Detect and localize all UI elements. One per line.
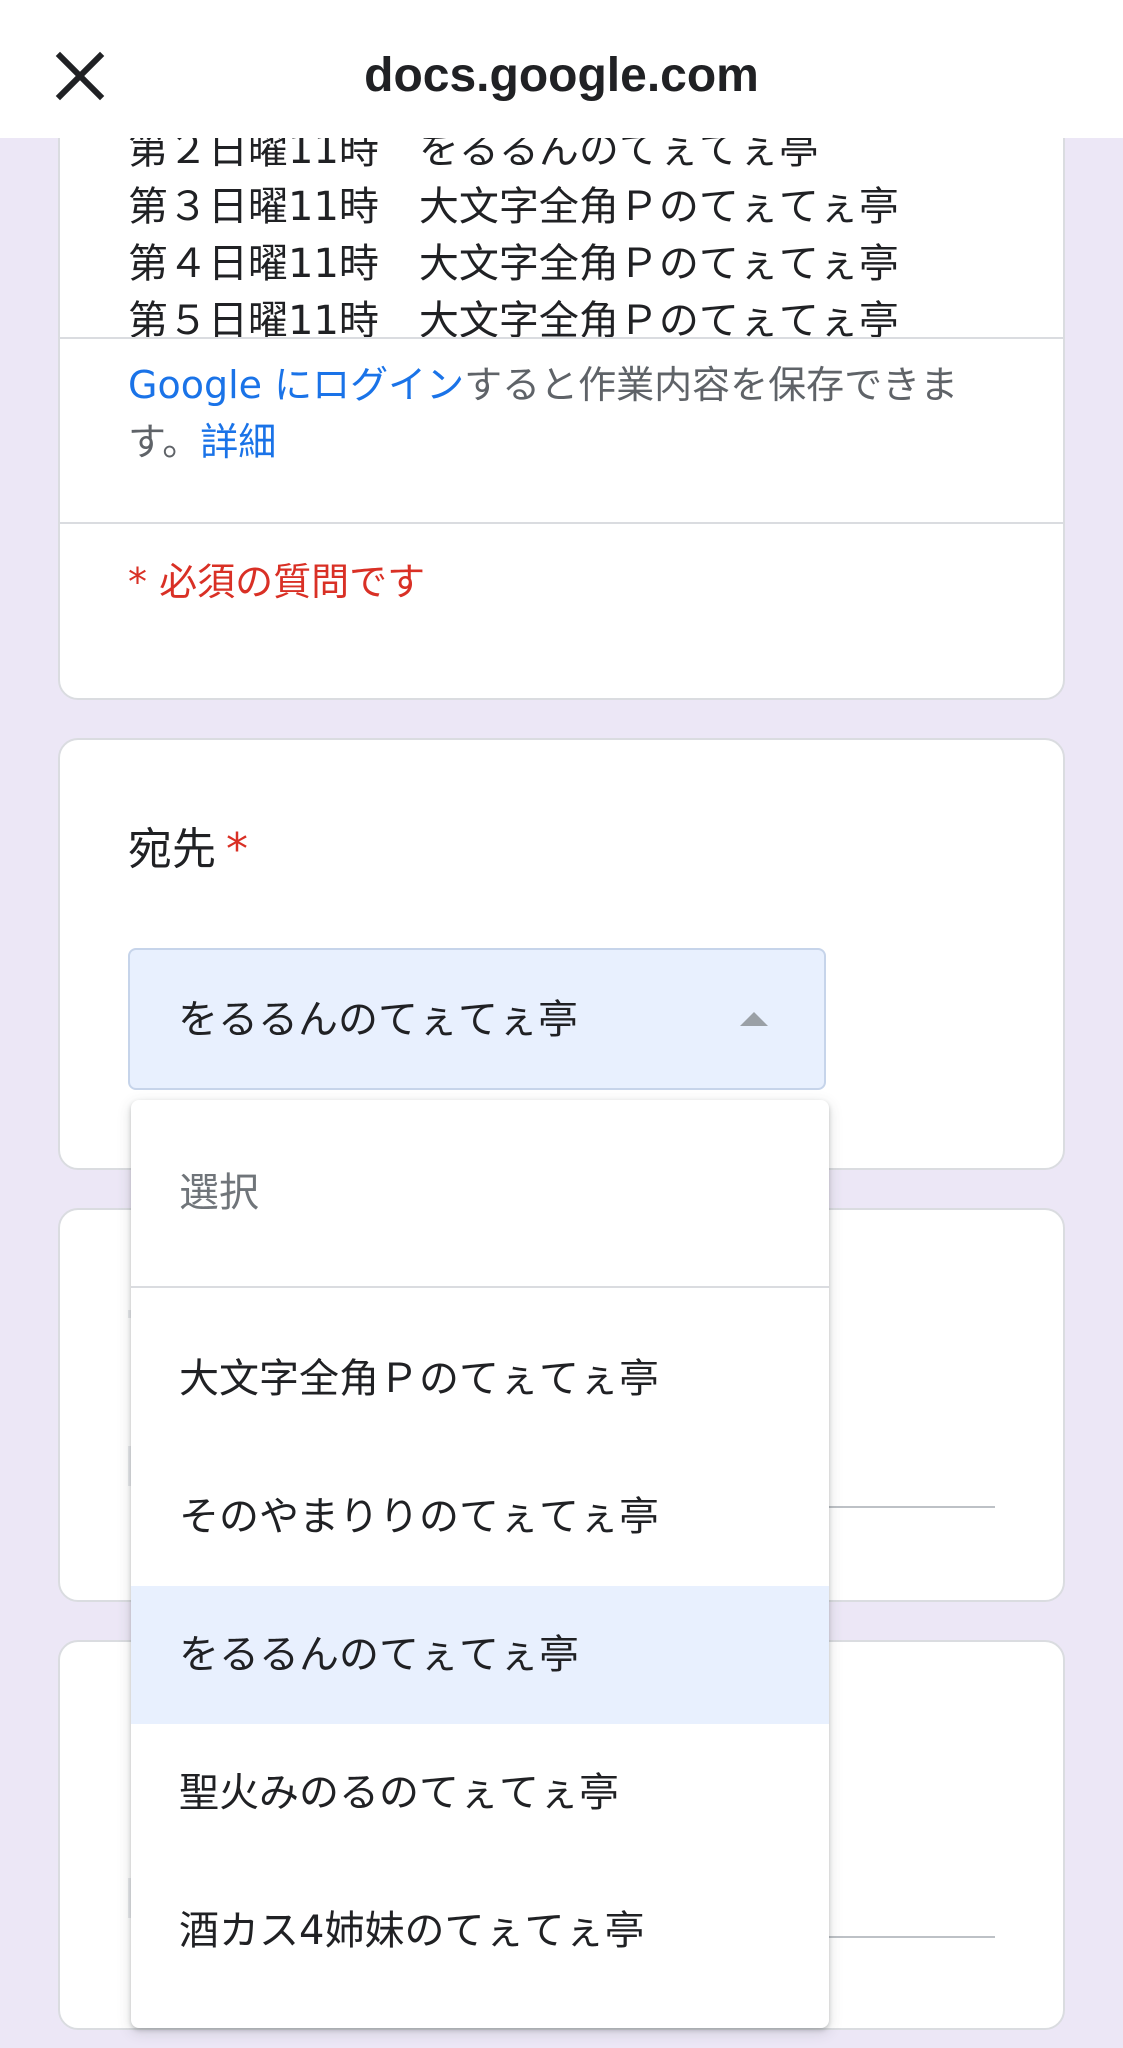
schedule-line: 第３日曜11時 大文字全角Ｐのてぇてぇ亭 [128, 184, 899, 230]
dropdown-option-label: 聖火みのるのてぇてぇ亭 [179, 1770, 619, 1816]
details-link[interactable]: 詳細 [200, 420, 276, 464]
divider [60, 337, 1063, 339]
destination-select[interactable]: をるるんのてぇてぇ亭 [128, 948, 826, 1090]
dropdown-option[interactable]: 大文字全角Ｐのてぇてぇ亭 [131, 1310, 829, 1448]
google-login-link[interactable]: Google にログイン [128, 363, 464, 407]
schedule-line: 第５日曜11時 大文字全角Ｐのてぇてぇ亭 [128, 298, 899, 344]
page-url-title: docs.google.com [364, 49, 759, 102]
browser-top-bar: docs.google.com [0, 0, 1123, 138]
dropdown-option-label: をるるんのてぇてぇ亭 [179, 1632, 579, 1678]
dropdown-option-label: そのやまりりのてぇてぇ亭 [179, 1494, 659, 1540]
dropdown-option[interactable]: 聖火みのるのてぇてぇ亭 [131, 1724, 829, 1862]
question-title: 宛先 * [128, 820, 248, 880]
schedule-line: 第４日曜11時 大文字全角Ｐのてぇてぇ亭 [128, 241, 899, 287]
divider [60, 522, 1063, 524]
dropdown-option[interactable]: そのやまりりのてぇてぇ亭 [131, 1448, 829, 1586]
select-current-value: をるるんのてぇてぇ亭 [178, 997, 578, 1043]
caret-up-icon [740, 1012, 768, 1026]
question-title-text: 宛先 [128, 824, 216, 875]
destination-dropdown-menu: 選択 大文字全角Ｐのてぇてぇ亭 そのやまりりのてぇてぇ亭 をるるんのてぇてぇ亭 … [131, 1100, 829, 2028]
required-asterisk: * [226, 824, 248, 875]
required-questions-note: * 必須の質問です [128, 560, 426, 604]
dropdown-option-selected[interactable]: をるるんのてぇてぇ亭 [131, 1586, 829, 1724]
dropdown-option-label: 大文字全角Ｐのてぇてぇ亭 [179, 1356, 659, 1402]
login-notice: Google にログインすると作業内容を保存できます。詳細 [128, 357, 1008, 471]
dropdown-divider [131, 1286, 829, 1288]
dropdown-option-label: 酒カス4姉妹のてぇてぇ亭 [179, 1908, 645, 1954]
dropdown-option-placeholder[interactable]: 選択 [131, 1124, 829, 1262]
schedule-list: 第２日曜11時 をるるんのてぇてぇ亭 第３日曜11時 大文字全角Ｐのてぇてぇ亭 … [128, 122, 899, 350]
dropdown-option-label: 選択 [179, 1170, 259, 1216]
dropdown-option[interactable]: 酒カス4姉妹のてぇてぇ亭 [131, 1862, 829, 2000]
